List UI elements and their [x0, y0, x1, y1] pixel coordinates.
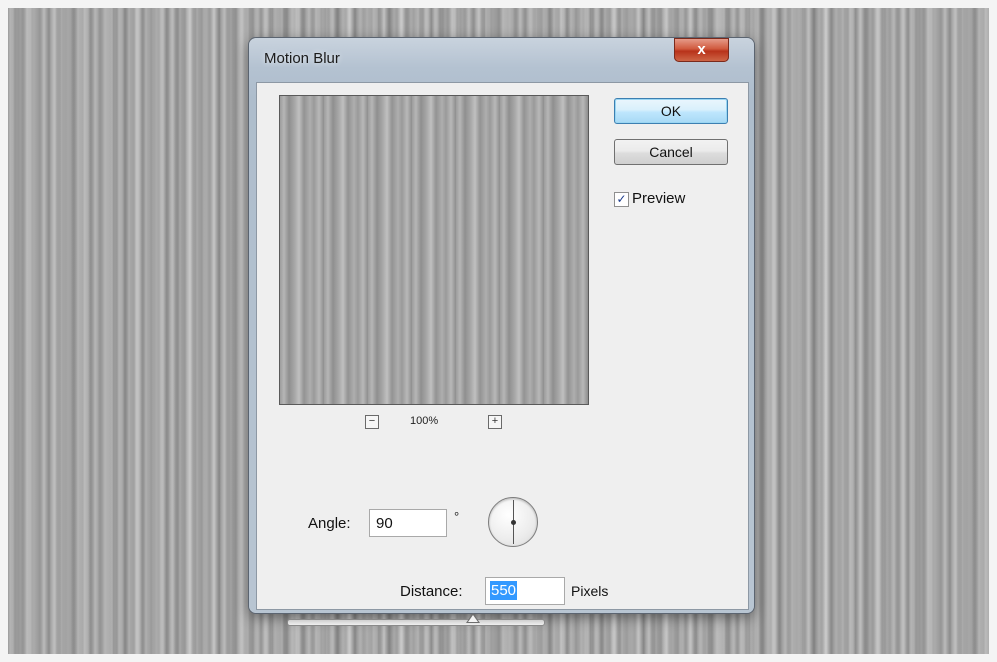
preview-checkbox[interactable]: ✓	[614, 192, 629, 207]
distance-slider-track[interactable]	[287, 619, 545, 626]
dialog-title: Motion Blur	[264, 50, 340, 67]
angle-dial-center	[511, 520, 516, 525]
preview-checkbox-label: Preview	[632, 190, 686, 207]
ok-button[interactable]: OK	[614, 98, 728, 124]
angle-unit: °	[454, 509, 460, 524]
distance-label: Distance:	[400, 583, 463, 600]
dialog-body: − 100% + OK Cancel ✓ Preview Angle: ° Di…	[256, 82, 749, 626]
distance-slider-thumb[interactable]	[465, 613, 480, 623]
cancel-button[interactable]: Cancel	[614, 139, 728, 165]
angle-input[interactable]	[369, 509, 447, 537]
close-button[interactable]: x	[674, 38, 729, 62]
screenshot-frame: Motion Blur x − 100% + OK Cancel ✓ Previ…	[0, 0, 997, 662]
motion-blur-dialog: Motion Blur x − 100% + OK Cancel ✓ Previ…	[249, 38, 754, 626]
zoom-in-icon[interactable]: +	[488, 415, 502, 429]
distance-value-selected: 550	[490, 581, 518, 600]
zoom-level-text: 100%	[410, 415, 439, 427]
angle-label: Angle:	[308, 515, 351, 532]
angle-dial-icon[interactable]	[488, 497, 538, 547]
distance-unit: Pixels	[571, 583, 609, 599]
zoom-out-icon[interactable]: −	[365, 415, 379, 429]
distance-input[interactable]: 550	[485, 577, 565, 605]
blur-preview-area[interactable]	[279, 95, 589, 405]
